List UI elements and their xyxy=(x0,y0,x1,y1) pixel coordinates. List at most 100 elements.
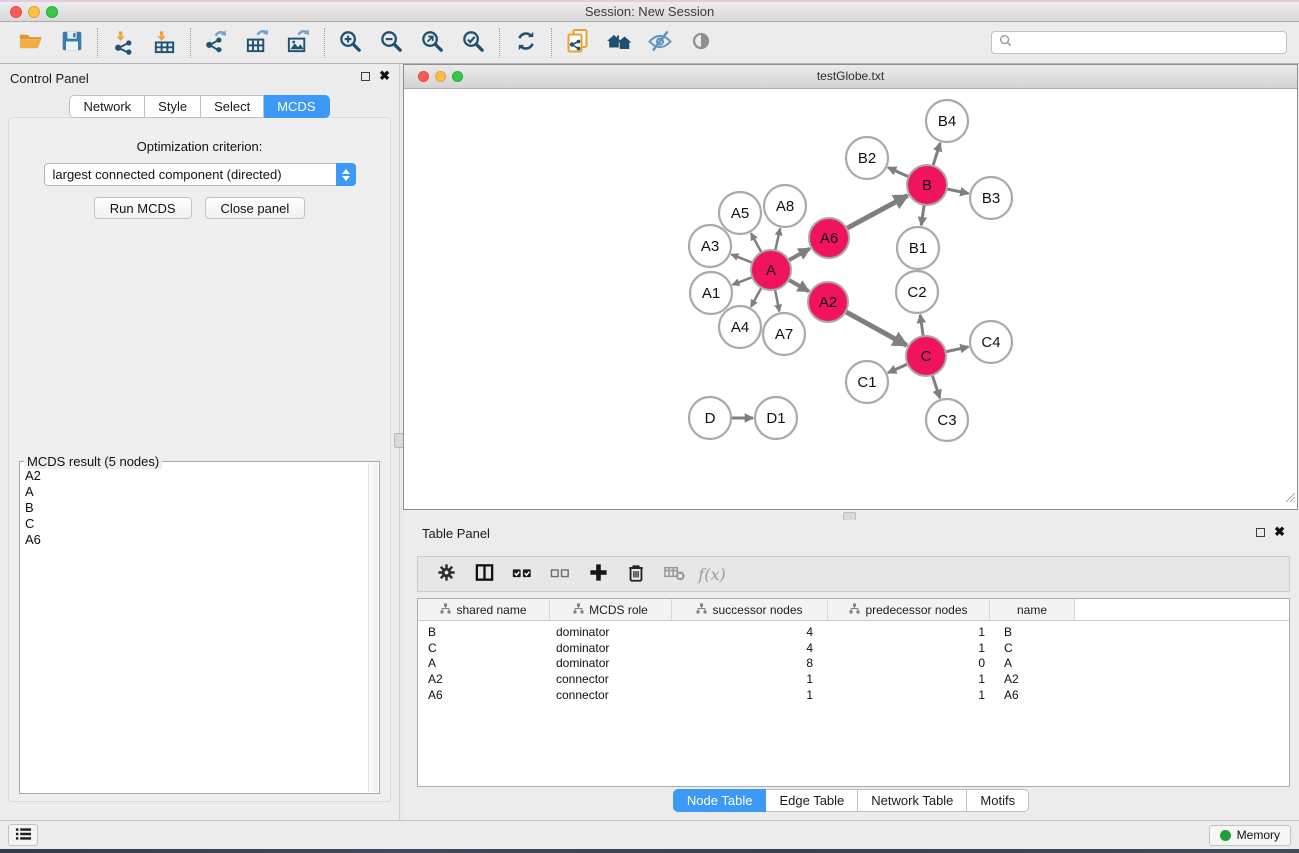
show-columns-button[interactable] xyxy=(465,559,503,589)
table-cell[interactable]: dominator xyxy=(550,625,672,639)
close-window-button[interactable] xyxy=(10,6,22,18)
add-column-button[interactable] xyxy=(579,559,617,589)
deselect-all-button[interactable] xyxy=(541,559,579,589)
node-A7[interactable]: A7 xyxy=(763,313,805,355)
function-builder-button[interactable]: f(x) xyxy=(693,559,731,589)
node-C4[interactable]: C4 xyxy=(970,321,1012,363)
node-B4[interactable]: B4 xyxy=(926,100,968,142)
table-cell[interactable]: 1 xyxy=(672,688,828,702)
network-canvas[interactable]: B4B2BB3A5A8A6A3B1AA1C2A2A4A7C4CC1C3DD1 xyxy=(404,89,1297,509)
duplicate-network-button[interactable] xyxy=(557,26,598,60)
criterion-dropdown[interactable]: largest connected component (directed) xyxy=(44,163,356,186)
network-close-button[interactable] xyxy=(418,71,429,82)
mcds-result-item[interactable]: B xyxy=(25,500,379,516)
node-B2[interactable]: B2 xyxy=(846,137,888,179)
zoom-fit-button[interactable] xyxy=(412,26,453,60)
table-cell[interactable]: A xyxy=(990,656,1075,670)
table-cell[interactable]: C xyxy=(418,641,550,655)
table-cell[interactable]: 1 xyxy=(672,672,828,686)
refresh-layout-button[interactable] xyxy=(505,26,546,60)
edge-B-B3[interactable] xyxy=(946,189,969,194)
tab-style[interactable]: Style xyxy=(145,95,201,118)
edge-A-A2[interactable] xyxy=(788,279,809,291)
edge-B-B4[interactable] xyxy=(933,143,940,167)
zoom-out-button[interactable] xyxy=(371,26,412,60)
tab-node-table[interactable]: Node Table xyxy=(673,789,767,812)
show-panels-button[interactable] xyxy=(8,824,38,846)
edge-C-C3[interactable] xyxy=(932,374,940,398)
table-cell[interactable]: B xyxy=(418,625,550,639)
edge-A6-B[interactable] xyxy=(846,195,908,228)
table-cell[interactable]: 1 xyxy=(828,672,990,686)
table-cell[interactable]: A2 xyxy=(990,672,1075,686)
memory-button[interactable]: Memory xyxy=(1209,825,1291,846)
node-C1[interactable]: C1 xyxy=(846,361,888,403)
network-zoom-button[interactable] xyxy=(452,71,463,82)
table-cell[interactable]: A xyxy=(418,656,550,670)
table-cell[interactable]: A2 xyxy=(418,672,550,686)
table-cell[interactable]: C xyxy=(990,641,1075,655)
resize-grip-icon[interactable] xyxy=(1283,490,1296,508)
run-mcds-button[interactable]: Run MCDS xyxy=(94,197,192,219)
table-row[interactable]: Bdominator41B xyxy=(418,624,1289,640)
table-cell[interactable]: A6 xyxy=(418,688,550,702)
network-minimize-button[interactable] xyxy=(435,71,446,82)
column-header-mcds-role[interactable]: MCDS role xyxy=(550,599,672,620)
edge-B-B1[interactable] xyxy=(921,204,924,225)
mcds-result-item[interactable]: A6 xyxy=(25,532,379,548)
tab-network-table[interactable]: Network Table xyxy=(858,789,967,812)
table-cell[interactable]: dominator xyxy=(550,641,672,655)
export-image-button[interactable] xyxy=(278,26,319,60)
mcds-result-item[interactable]: A xyxy=(25,484,379,500)
edge-A2-C[interactable] xyxy=(845,311,907,345)
edge-A-A3[interactable] xyxy=(731,254,753,263)
close-panel-button[interactable]: Close panel xyxy=(205,197,306,219)
table-cell[interactable]: B xyxy=(990,625,1075,639)
node-D[interactable]: D xyxy=(689,397,731,439)
table-cell[interactable]: dominator xyxy=(550,656,672,670)
table-row[interactable]: Adominator80A xyxy=(418,656,1289,672)
hide-selected-button[interactable] xyxy=(639,26,680,60)
table-cell[interactable]: 4 xyxy=(672,625,828,639)
table-cell[interactable]: connector xyxy=(550,672,672,686)
tab-select[interactable]: Select xyxy=(201,95,264,118)
select-all-button[interactable] xyxy=(503,559,541,589)
zoom-in-button[interactable] xyxy=(330,26,371,60)
node-D1[interactable]: D1 xyxy=(755,397,797,439)
node-A4[interactable]: A4 xyxy=(719,306,761,348)
edge-A-A1[interactable] xyxy=(732,277,753,285)
float-table-panel-icon[interactable] xyxy=(1256,528,1265,537)
minimize-window-button[interactable] xyxy=(28,6,40,18)
delete-table-button[interactable] xyxy=(655,559,693,589)
node-A3[interactable]: A3 xyxy=(689,225,731,267)
column-header-predecessor-nodes[interactable]: predecessor nodes xyxy=(828,599,990,620)
edge-C-C2[interactable] xyxy=(920,315,923,337)
export-network-button[interactable] xyxy=(196,26,237,60)
table-cell[interactable]: A6 xyxy=(990,688,1075,702)
edge-B-B2[interactable] xyxy=(888,167,910,177)
column-header-successor-nodes[interactable]: successor nodes xyxy=(672,599,828,620)
edge-A-A7[interactable] xyxy=(775,289,780,312)
table-cell[interactable]: 1 xyxy=(828,688,990,702)
node-A6[interactable]: A6 xyxy=(809,218,849,258)
search-input[interactable] xyxy=(1017,35,1279,51)
node-A5[interactable]: A5 xyxy=(719,192,761,234)
zoom-selected-button[interactable] xyxy=(453,26,494,60)
edge-A-A5[interactable] xyxy=(751,233,762,253)
table-cell[interactable]: 1 xyxy=(828,625,990,639)
zoom-window-button[interactable] xyxy=(46,6,58,18)
node-A8[interactable]: A8 xyxy=(764,185,806,227)
delete-column-button[interactable] xyxy=(617,559,655,589)
table-cell[interactable]: 4 xyxy=(672,641,828,655)
result-scrollbar[interactable] xyxy=(368,463,378,792)
show-all-button[interactable] xyxy=(680,26,721,60)
export-table-button[interactable] xyxy=(237,26,278,60)
node-A[interactable]: A xyxy=(751,250,791,290)
close-panel-icon[interactable]: ✖ xyxy=(379,71,390,81)
tab-motifs[interactable]: Motifs xyxy=(967,789,1029,812)
float-panel-icon[interactable] xyxy=(361,72,370,81)
table-row[interactable]: A2connector11A2 xyxy=(418,671,1289,687)
tab-network[interactable]: Network xyxy=(69,95,145,118)
edge-C-C4[interactable] xyxy=(945,347,969,352)
table-cell[interactable]: 0 xyxy=(828,656,990,670)
